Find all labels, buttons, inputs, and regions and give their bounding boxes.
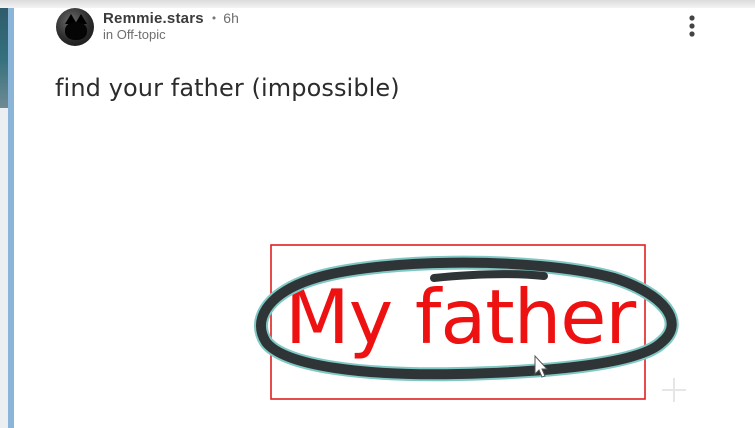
more-options-button[interactable] bbox=[680, 12, 704, 40]
hand-drawn-circle-scribble bbox=[430, 270, 548, 282]
top-window-border bbox=[0, 0, 755, 8]
post-image-drawing-layer bbox=[254, 255, 686, 402]
community-link[interactable]: in Off-topic bbox=[103, 27, 166, 42]
hand-drawn-circle bbox=[256, 257, 677, 380]
plus-crosshair-icon bbox=[662, 378, 686, 402]
author-avatar[interactable] bbox=[56, 8, 94, 46]
left-edge-panel bbox=[0, 8, 14, 428]
meta-separator: • bbox=[210, 11, 218, 25]
avatar-cat-head bbox=[65, 22, 87, 40]
post-timestamp: 6h bbox=[223, 10, 239, 26]
post-image[interactable]: My father bbox=[244, 238, 704, 408]
vertical-ellipsis-icon bbox=[689, 15, 695, 37]
left-edge-dark-strip bbox=[0, 8, 8, 108]
post-meta-line: Remmie.stars • 6h bbox=[103, 8, 239, 28]
author-name-link[interactable]: Remmie.stars bbox=[103, 10, 204, 27]
post-card: Remmie.stars • 6h in Off-topic find your… bbox=[14, 8, 755, 428]
post-title: find your father (impossible) bbox=[55, 74, 400, 102]
